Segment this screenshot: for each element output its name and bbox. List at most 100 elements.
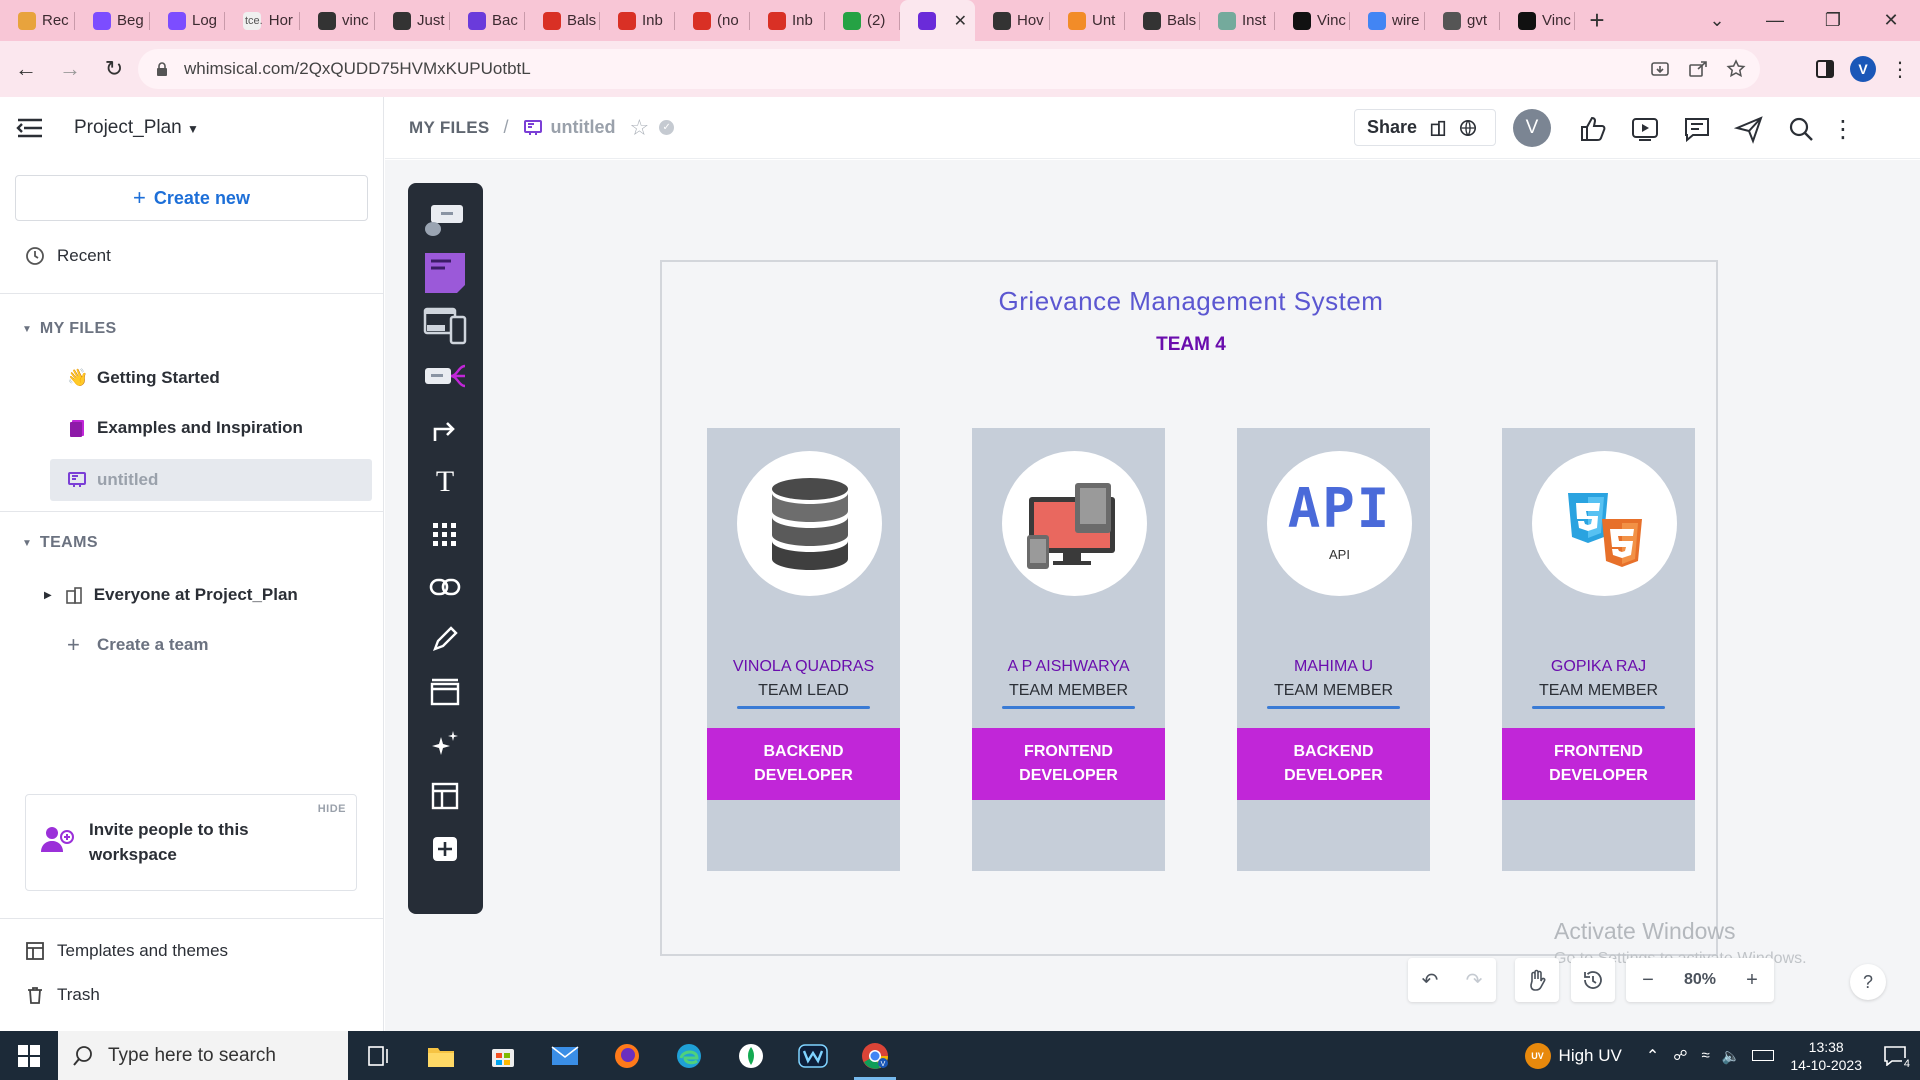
link-tool-icon[interactable]: [423, 565, 467, 609]
browser-tab[interactable]: Inb: [600, 0, 675, 41]
mail-icon[interactable]: [534, 1031, 596, 1080]
insert-tool-icon[interactable]: [423, 827, 467, 871]
browser-tab[interactable]: (2): [825, 0, 900, 41]
file-explorer-icon[interactable]: [410, 1031, 472, 1080]
board-title[interactable]: Grievance Management System: [662, 286, 1720, 317]
flowchart-tool-icon[interactable]: [423, 197, 467, 241]
browser-tab[interactable]: Hov: [975, 0, 1050, 41]
volume-icon[interactable]: 🔈: [1722, 1047, 1741, 1065]
clock[interactable]: 13:38 14-10-2023: [1790, 1038, 1862, 1074]
sidebar-item-trash[interactable]: Trash: [0, 979, 384, 1011]
task-view-icon[interactable]: [348, 1031, 410, 1080]
breadcrumb-my-files[interactable]: MY FILES: [409, 118, 490, 138]
star-icon[interactable]: ☆: [630, 115, 650, 141]
firefox-icon[interactable]: [596, 1031, 658, 1080]
zoom-out-button[interactable]: −: [1626, 958, 1670, 1002]
user-avatar[interactable]: V: [1513, 109, 1551, 147]
zoom-in-button[interactable]: +: [1730, 958, 1774, 1002]
wifi-icon[interactable]: ≈: [1701, 1047, 1709, 1064]
forward-button[interactable]: →: [52, 51, 88, 87]
usb-icon[interactable]: ☍: [1673, 1047, 1687, 1064]
search-icon[interactable]: [1783, 111, 1819, 147]
browser-tab[interactable]: vinc: [300, 0, 375, 41]
install-app-icon[interactable]: [1650, 59, 1670, 79]
mindmap-tool-icon[interactable]: [423, 355, 467, 399]
frame-tool-icon[interactable]: [423, 670, 467, 714]
member-card[interactable]: VINOLA QUADRAS TEAM LEAD BACKEND DEVELOPE…: [707, 428, 900, 871]
my-files-section-toggle[interactable]: ▼ MY FILES: [0, 313, 384, 345]
browser-tab[interactable]: Unt: [1050, 0, 1125, 41]
hide-invite-button[interactable]: HIDE: [318, 803, 346, 815]
chrome-icon[interactable]: V: [844, 1031, 906, 1080]
browser-tab[interactable]: ✕: [900, 0, 975, 41]
sidebar-item-templates[interactable]: Templates and themes: [0, 935, 384, 967]
sidebar-item-getting-started[interactable]: 👋 Getting Started: [0, 362, 384, 394]
zoom-level[interactable]: 80%: [1670, 971, 1730, 989]
profile-avatar[interactable]: V: [1850, 56, 1876, 82]
undo-button[interactable]: ↶: [1408, 958, 1452, 1002]
webex-icon[interactable]: [782, 1031, 844, 1080]
new-tab-button[interactable]: +: [1575, 0, 1619, 41]
collapse-sidebar-icon[interactable]: [14, 116, 46, 140]
browser-tab[interactable]: Bac: [450, 0, 525, 41]
like-icon[interactable]: [1575, 111, 1611, 147]
sidebar-item-team[interactable]: ▶ Everyone at Project_Plan: [0, 579, 384, 611]
browser-tab[interactable]: wire: [1350, 0, 1425, 41]
share-page-icon[interactable]: [1688, 59, 1708, 79]
browser-menu-icon[interactable]: ⋮: [1890, 57, 1910, 82]
tab-search-icon[interactable]: ⌄: [1688, 0, 1746, 41]
workspace-switcher[interactable]: Project_Plan ▼: [74, 117, 199, 139]
mongodb-icon[interactable]: [720, 1031, 782, 1080]
grid-tool-icon[interactable]: [423, 513, 467, 557]
maximize-button[interactable]: ❐: [1804, 0, 1862, 41]
notifications-icon[interactable]: 4: [1884, 1045, 1912, 1070]
browser-tab[interactable]: (no: [675, 0, 750, 41]
browser-tab[interactable]: Vinc: [1500, 0, 1575, 41]
redo-button[interactable]: ↷: [1452, 958, 1496, 1002]
browser-tab[interactable]: Inb: [750, 0, 825, 41]
battery-icon[interactable]: [1752, 1050, 1775, 1061]
browser-tab[interactable]: Rec: [0, 0, 75, 41]
member-card[interactable]: API API MAHIMA U TEAM MEMBER BACKEND DEVE…: [1237, 428, 1430, 871]
text-tool-icon[interactable]: T: [423, 460, 467, 504]
send-icon[interactable]: [1731, 111, 1767, 147]
member-card[interactable]: A P AISHWARYA TEAM MEMBER FRONTEND DEVELO…: [972, 428, 1165, 871]
side-panel-icon[interactable]: [1814, 58, 1836, 80]
close-tab-icon[interactable]: ✕: [954, 11, 967, 31]
more-menu-icon[interactable]: ⋮: [1825, 111, 1861, 147]
sidebar-item-untitled[interactable]: untitled: [50, 459, 372, 501]
create-team-button[interactable]: + Create a team: [0, 629, 384, 661]
file-title[interactable]: untitled: [551, 117, 616, 138]
weather-widget[interactable]: UV High UV: [1524, 1042, 1622, 1069]
browser-tab[interactable]: tce. Hor: [225, 0, 300, 41]
minimize-button[interactable]: —: [1746, 0, 1804, 41]
hand-tool-icon[interactable]: [1515, 958, 1559, 1002]
wireframe-tool-icon[interactable]: [423, 303, 467, 347]
browser-tab[interactable]: Inst: [1200, 0, 1275, 41]
connector-tool-icon[interactable]: [423, 408, 467, 452]
browser-tab[interactable]: Vinc: [1275, 0, 1350, 41]
sidebar-item-recent[interactable]: Recent: [0, 240, 384, 272]
close-window-button[interactable]: ✕: [1862, 0, 1920, 41]
browser-tab[interactable]: Bals: [1125, 0, 1200, 41]
chevron-up-icon[interactable]: ⌃: [1646, 1046, 1659, 1066]
reload-button[interactable]: ↻: [96, 51, 132, 87]
canvas[interactable]: T Grievance Management System TEAM 4 VIN…: [385, 160, 1920, 1031]
sidebar-item-examples[interactable]: Examples and Inspiration: [0, 412, 384, 444]
address-bar[interactable]: whimsical.com/2QxQUDD75HVMxKUPUotbtL: [138, 49, 1760, 89]
browser-tab[interactable]: Just: [375, 0, 450, 41]
windows-start-icon[interactable]: [0, 1031, 58, 1080]
teams-section-toggle[interactable]: ▼ TEAMS: [0, 527, 384, 559]
comments-icon[interactable]: [1679, 111, 1715, 147]
store-icon[interactable]: [472, 1031, 534, 1080]
present-icon[interactable]: [1627, 111, 1663, 147]
browser-tab[interactable]: Log: [150, 0, 225, 41]
ai-sparkle-tool-icon[interactable]: [423, 722, 467, 766]
create-new-button[interactable]: + Create new: [15, 175, 368, 221]
sticky-note-tool-icon[interactable]: [423, 251, 467, 295]
edge-icon[interactable]: [658, 1031, 720, 1080]
history-icon[interactable]: [1571, 958, 1615, 1002]
board-subtitle[interactable]: TEAM 4: [662, 334, 1720, 356]
member-card[interactable]: GOPIKA RAJ TEAM MEMBER FRONTEND DEVELOPER: [1502, 428, 1695, 871]
pencil-tool-icon[interactable]: [423, 617, 467, 661]
